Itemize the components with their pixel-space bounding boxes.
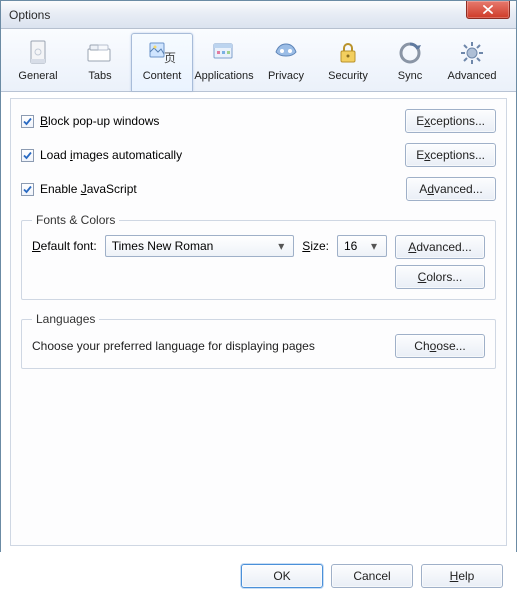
help-button[interactable]: Help — [421, 564, 503, 588]
block-popups-exceptions-button[interactable]: Exceptions... — [405, 109, 496, 133]
fonts-colors-group: Fonts & Colors Default font: Times New R… — [21, 213, 496, 300]
tab-label: Advanced — [448, 70, 497, 82]
enable-js-checkbox[interactable] — [21, 183, 34, 196]
ok-button[interactable]: OK — [241, 564, 323, 588]
general-icon — [23, 38, 53, 68]
tabs-icon — [85, 38, 115, 68]
fonts-colors-legend: Fonts & Colors — [32, 213, 119, 227]
font-size-value: 16 — [344, 239, 357, 253]
tab-label: Applications — [194, 70, 253, 82]
tab-label: General — [18, 70, 57, 82]
languages-text: Choose your preferred language for displ… — [32, 339, 315, 353]
tab-advanced[interactable]: Advanced — [441, 33, 503, 91]
advanced-icon — [457, 38, 487, 68]
content-panel: Block pop-up windows Exceptions... Load … — [10, 98, 507, 546]
tab-content[interactable]: 页 Content — [131, 33, 193, 91]
row-block-popups: Block pop-up windows Exceptions... — [21, 109, 496, 133]
close-icon — [483, 5, 493, 14]
tab-tabs[interactable]: Tabs — [69, 33, 131, 91]
svg-text:页: 页 — [164, 51, 176, 65]
enable-js-advanced-button[interactable]: Advanced... — [406, 177, 496, 201]
tab-general[interactable]: General — [7, 33, 69, 91]
check-icon — [22, 116, 33, 127]
colors-button[interactable]: Colors... — [395, 265, 485, 289]
font-size-select[interactable]: 16 ▾ — [337, 235, 387, 257]
tab-label: Security — [328, 70, 368, 82]
tab-label: Content — [143, 70, 182, 82]
font-size-label: Size: — [302, 239, 329, 253]
block-popups-checkbox[interactable] — [21, 115, 34, 128]
window-title: Options — [9, 8, 50, 22]
default-font-label: Default font: — [32, 239, 97, 253]
cancel-button[interactable]: Cancel — [331, 564, 413, 588]
row-enable-js: Enable JavaScript Advanced... — [21, 177, 496, 201]
load-images-checkbox[interactable] — [21, 149, 34, 162]
tab-applications[interactable]: Applications — [193, 33, 255, 91]
default-font-select[interactable]: Times New Roman ▾ — [105, 235, 295, 257]
dialog-footer: OK Cancel Help — [0, 552, 517, 600]
enable-js-label: Enable JavaScript — [40, 182, 137, 196]
block-popups-label: Block pop-up windows — [40, 114, 159, 128]
tab-security[interactable]: Security — [317, 33, 379, 91]
choose-language-button[interactable]: Choose... — [395, 334, 485, 358]
check-icon — [22, 150, 33, 161]
privacy-icon — [271, 38, 301, 68]
fonts-advanced-button[interactable]: Advanced... — [395, 235, 485, 259]
close-button[interactable] — [466, 1, 510, 19]
default-font-value: Times New Roman — [112, 239, 214, 253]
tab-privacy[interactable]: Privacy — [255, 33, 317, 91]
window-controls — [466, 1, 516, 28]
tab-label: Sync — [398, 70, 422, 82]
load-images-exceptions-button[interactable]: Exceptions... — [405, 143, 496, 167]
tab-label: Privacy — [268, 70, 304, 82]
tab-label: Tabs — [88, 70, 111, 82]
languages-legend: Languages — [32, 312, 99, 326]
security-icon — [333, 38, 363, 68]
tab-sync[interactable]: Sync — [379, 33, 441, 91]
applications-icon — [209, 38, 239, 68]
load-images-label: Load images automatically — [40, 148, 182, 162]
category-tabs: General Tabs 页 Content Applications Priv… — [1, 29, 516, 92]
chevron-down-icon: ▾ — [366, 239, 382, 253]
sync-icon — [395, 38, 425, 68]
languages-group: Languages Choose your preferred language… — [21, 312, 496, 369]
check-icon — [22, 184, 33, 195]
title-bar: Options — [1, 1, 516, 29]
row-load-images: Load images automatically Exceptions... — [21, 143, 496, 167]
chevron-down-icon: ▾ — [273, 239, 289, 253]
content-icon: 页 — [147, 38, 177, 68]
